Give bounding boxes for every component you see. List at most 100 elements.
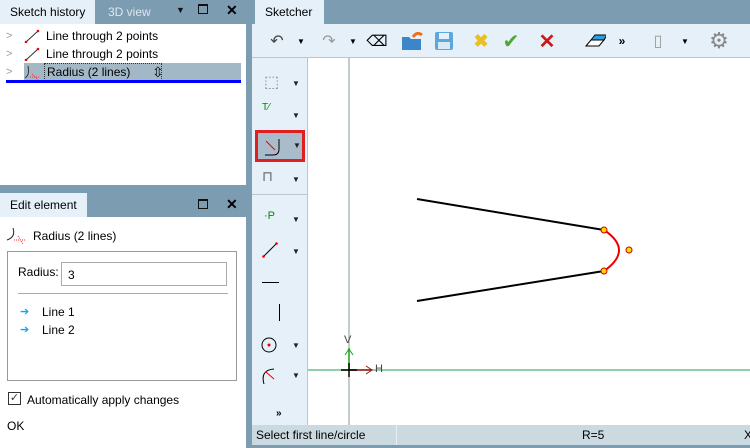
arc-endpoint bbox=[600, 267, 608, 275]
tree-item[interactable]: > Line through 2 points bbox=[6, 27, 241, 45]
radius-icon bbox=[24, 65, 40, 80]
reference-arrow-icon: ➔ bbox=[20, 306, 30, 318]
tool-vertical-line[interactable] bbox=[252, 298, 304, 328]
tool-text-offset[interactable]: T⁄ ▼ bbox=[252, 100, 304, 130]
line-icon bbox=[24, 29, 40, 43]
radius-input[interactable]: 3 bbox=[61, 262, 227, 286]
dropdown-icon: ▼ bbox=[292, 215, 300, 224]
tool-snap[interactable]: ⬚ ▼ bbox=[252, 68, 304, 98]
ref-line-2[interactable]: ➔ Line 2 bbox=[20, 322, 170, 340]
arc-endpoint bbox=[600, 226, 608, 234]
tree-item-selected[interactable]: > Radius (2 lines) ⇳ bbox=[6, 63, 241, 81]
line-icon bbox=[24, 47, 40, 61]
undo-dropdown-icon[interactable]: ▼ bbox=[296, 24, 306, 58]
divider bbox=[252, 194, 308, 195]
more-chevrons-icon[interactable]: » bbox=[616, 24, 628, 58]
tab-3d-view[interactable]: 3D view bbox=[98, 0, 161, 24]
dropdown-icon: ▼ bbox=[292, 371, 300, 380]
maximize-icon[interactable] bbox=[198, 199, 208, 209]
close-icon[interactable]: ✕ bbox=[226, 2, 238, 19]
tab-sketcher[interactable]: Sketcher bbox=[255, 0, 324, 24]
eraser-icon[interactable] bbox=[582, 24, 608, 58]
status-prompt: Select first line/circle bbox=[256, 428, 366, 442]
tree-item-label: Line through 2 points bbox=[46, 29, 159, 43]
v-axis-label: V bbox=[344, 334, 352, 346]
dropdown-icon: ▼ bbox=[292, 79, 300, 88]
vertical-line-icon bbox=[279, 304, 280, 321]
tree-item-label: Radius (2 lines) bbox=[44, 63, 162, 81]
element-name: Radius (2 lines) bbox=[33, 229, 117, 243]
sketch-history-tree: > Line through 2 points > Line through 2… bbox=[0, 24, 246, 185]
undo-icon[interactable]: ↶ bbox=[266, 24, 288, 58]
sketcher-tabbar: Sketcher bbox=[252, 0, 750, 24]
edit-element-panel: Radius (2 lines) Radius: 3 ➔ Line 1 ➔ Li… bbox=[0, 217, 246, 448]
ok-button[interactable]: OK bbox=[7, 419, 24, 433]
cancel-x-icon[interactable]: ✕ bbox=[536, 24, 558, 58]
apply-check-icon[interactable]: ✔ bbox=[498, 24, 524, 58]
dropdown-icon: ▼ bbox=[293, 141, 301, 150]
view-panel-icon[interactable]: ▯ bbox=[650, 24, 666, 58]
radius-label: Radius: bbox=[18, 265, 59, 279]
dropdown-icon: ▼ bbox=[292, 175, 300, 184]
properties-box: Radius: 3 ➔ Line 1 ➔ Line 2 bbox=[7, 251, 237, 381]
circle-icon bbox=[261, 337, 277, 353]
chevron-right-icon[interactable]: > bbox=[6, 45, 12, 63]
sketch-canvas[interactable]: V H bbox=[308, 58, 750, 425]
horizontal-line-icon bbox=[262, 282, 279, 283]
tool-horizontal-line[interactable] bbox=[252, 268, 304, 298]
resize-cursor-icon: ⇳ bbox=[152, 64, 164, 80]
tool-point[interactable]: ·P ▼ bbox=[252, 204, 304, 234]
tool-circle[interactable]: ▼ bbox=[252, 330, 304, 360]
reference-arrow-icon: ➔ bbox=[20, 324, 30, 336]
h-axis-label: H bbox=[375, 363, 383, 375]
discard-yellow-x-icon[interactable]: ✖ bbox=[470, 24, 492, 58]
tool-line[interactable]: ▼ bbox=[252, 236, 304, 266]
drop-indicator bbox=[6, 80, 241, 83]
maximize-icon[interactable] bbox=[198, 4, 208, 14]
point-icon: ·P bbox=[264, 210, 275, 222]
auto-apply-label: Automatically apply changes bbox=[27, 393, 180, 407]
tab-edit-element[interactable]: Edit element bbox=[0, 193, 87, 217]
tab-sketch-history[interactable]: Sketch history bbox=[0, 0, 96, 24]
dropdown-icon: ▼ bbox=[292, 341, 300, 350]
status-radius: R=5 bbox=[582, 428, 605, 442]
dropdown-icon: ▼ bbox=[292, 111, 300, 120]
snap-icon: ⬚ bbox=[264, 74, 280, 91]
tool-radius-active[interactable]: ▼ bbox=[255, 130, 305, 162]
redo-icon[interactable]: ↷ bbox=[318, 24, 340, 58]
sketch-history-tabbar: Sketch history 3D view ▼ ✕ bbox=[0, 0, 246, 24]
open-folder-icon[interactable] bbox=[400, 24, 426, 58]
tree-item-label: Line through 2 points bbox=[46, 47, 159, 61]
view-dropdown-icon[interactable]: ▼ bbox=[680, 24, 690, 58]
close-icon[interactable]: ✕ bbox=[226, 196, 238, 213]
edit-element-tabbar: Edit element ✕ bbox=[0, 193, 246, 217]
tool-arc[interactable]: ▼ bbox=[252, 360, 304, 390]
redo-dropdown-icon[interactable]: ▼ bbox=[348, 24, 358, 58]
divider bbox=[18, 293, 228, 294]
tool-dimension[interactable]: ⊓ ▼ bbox=[252, 164, 304, 194]
main-toolbar: ↶ ▼ ↷ ▼ ⌫ ✖ ✔ ✕ » ▯ ▼ ⚙ bbox=[252, 24, 750, 58]
auto-apply-checkbox[interactable]: ✓ bbox=[8, 392, 21, 405]
ref-line-1[interactable]: ➔ Line 1 bbox=[20, 304, 170, 322]
expand-more-icon[interactable]: » bbox=[276, 408, 282, 419]
status-bar: Select first line/circle R=5 X bbox=[252, 425, 750, 445]
radius-tool-icon bbox=[265, 139, 280, 156]
arc-icon bbox=[262, 368, 275, 385]
line-icon bbox=[262, 242, 278, 258]
sketch-line-1 bbox=[416, 198, 605, 231]
ref-label: Line 1 bbox=[42, 305, 75, 319]
text-offset-icon: T⁄ bbox=[262, 102, 270, 113]
settings-gear-icon[interactable]: ⚙ bbox=[706, 24, 732, 58]
chevron-right-icon[interactable]: > bbox=[6, 27, 12, 45]
tree-item[interactable]: > Line through 2 points bbox=[6, 45, 241, 63]
sketch-line-2 bbox=[416, 270, 605, 302]
chevron-right-icon[interactable]: > bbox=[6, 63, 12, 81]
save-icon[interactable] bbox=[432, 24, 456, 58]
sketch-tools-toolbar: ⬚ ▼ T⁄ ▼ ▼ ⊓ ▼ ·P ▼ ▼ ▼ ▼ » bbox=[252, 58, 308, 425]
dropdown-icon: ▼ bbox=[292, 247, 300, 256]
status-x: X bbox=[744, 428, 750, 442]
radius-arc bbox=[603, 229, 620, 272]
dropdown-icon[interactable]: ▼ bbox=[176, 5, 185, 15]
arc-center-point bbox=[625, 246, 633, 254]
backspace-icon[interactable]: ⌫ bbox=[364, 24, 390, 58]
